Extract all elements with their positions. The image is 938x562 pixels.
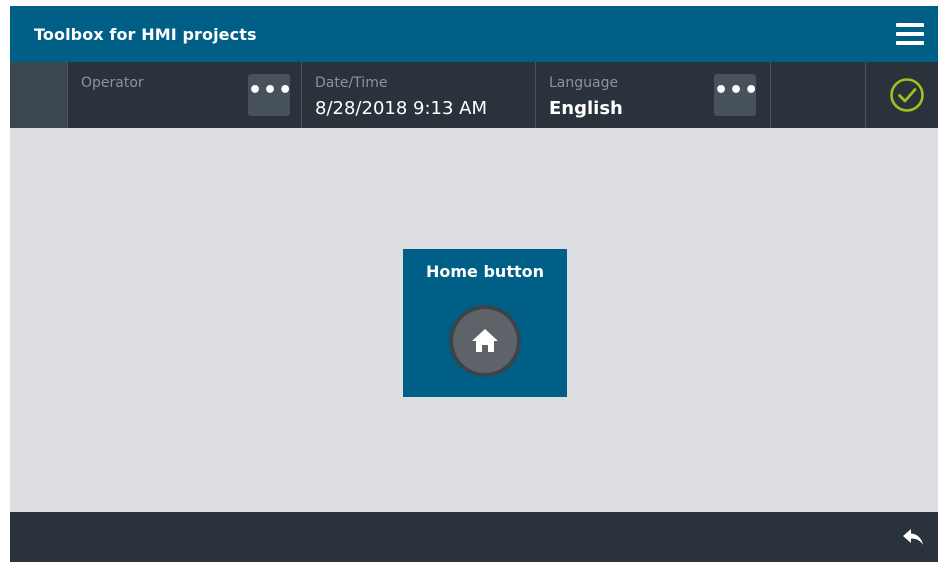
language-cell: Language English ••• [535, 62, 770, 128]
app-title: Toolbox for HMI projects [34, 25, 257, 44]
status-bar-stub [10, 62, 67, 128]
language-label: Language [549, 75, 619, 91]
home-icon [472, 329, 498, 352]
operator-more-button[interactable]: ••• [248, 74, 292, 116]
tile-title: Home button [426, 262, 544, 281]
home-button[interactable] [449, 305, 521, 377]
title-bar: Toolbox for HMI projects [10, 6, 938, 62]
status-bar: Operator ••• Date/Time 8/28/2018 9:13 AM… [10, 62, 938, 128]
language-more-button[interactable]: ••• [714, 74, 758, 116]
datetime-value: 8/28/2018 9:13 AM [315, 98, 488, 119]
operator-cell: Operator ••• [67, 62, 301, 128]
home-button-tile: Home button [403, 249, 567, 397]
language-value: English [549, 98, 623, 119]
check-circle-icon[interactable] [888, 76, 926, 114]
bottom-bar [10, 512, 938, 562]
datetime-label: Date/Time [315, 75, 388, 91]
empty-status-cell [770, 62, 865, 128]
home-button-face [453, 309, 517, 373]
hamburger-menu-icon[interactable] [896, 23, 924, 45]
datetime-cell: Date/Time 8/28/2018 9:13 AM [301, 62, 535, 128]
back-arrow-icon[interactable] [902, 528, 924, 546]
hmi-screen: Toolbox for HMI projects Operator ••• Da… [10, 6, 938, 562]
operator-label: Operator [81, 75, 144, 91]
